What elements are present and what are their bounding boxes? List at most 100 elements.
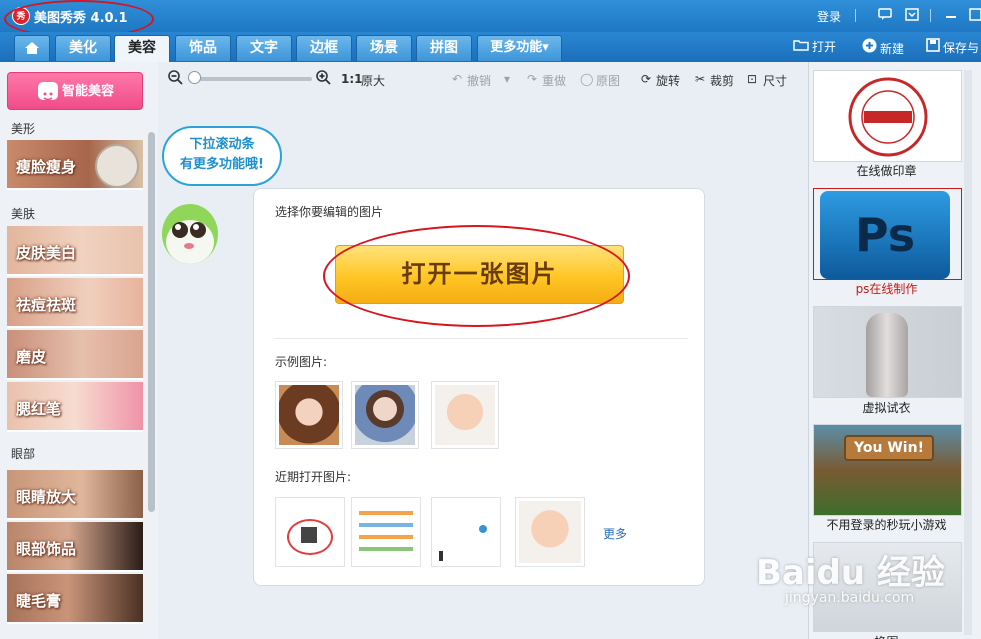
login-link[interactable]: 登录 <box>817 8 841 25</box>
scale-ratio[interactable]: 1:1 <box>341 72 363 86</box>
tab-beautify[interactable]: 美化 <box>55 35 111 61</box>
open-action[interactable]: 打开 <box>793 38 836 56</box>
feature-acne[interactable]: 祛痘祛斑 <box>7 278 143 328</box>
sample-photo <box>279 385 339 445</box>
title-bar: 秀 美图秀秀 4.0.1 登录 <box>0 0 981 32</box>
message-icon[interactable] <box>878 8 892 21</box>
ad-seal[interactable] <box>813 70 962 162</box>
divider <box>274 338 688 339</box>
feature-eye-deco[interactable]: 眼部饰品 <box>7 522 143 572</box>
recent-title: 近期打开图片: <box>275 470 352 484</box>
sample-title: 示例图片: <box>275 355 328 369</box>
section-shape: 美形 <box>11 122 36 136</box>
tab-frame[interactable]: 边框 <box>296 35 352 61</box>
undo-dropdown-icon[interactable]: ▾ <box>504 72 510 86</box>
crop-button[interactable]: 裁剪 <box>710 72 734 89</box>
sample-photo <box>435 385 495 445</box>
ad-ps-caption[interactable]: ps在线制作 <box>809 280 964 297</box>
tab-collage[interactable]: 拼图 <box>416 35 472 61</box>
undo-button[interactable]: 撤销 <box>467 72 491 89</box>
section-eyes: 眼部 <box>11 447 36 461</box>
seal-stamp-icon <box>848 77 928 157</box>
recent-photo <box>519 501 581 563</box>
menu-icon[interactable] <box>905 8 919 21</box>
edit-toolbar: 1:1 原大 ↶ 撤销 ▾ ↷ 重做 ◯ 原图 ⟳ 旋转 ✂ 裁剪 ⊡ 尺寸 <box>158 62 808 96</box>
tab-text[interactable]: 文字 <box>236 35 292 61</box>
tab-beauty[interactable]: 美容 <box>114 35 170 62</box>
tab-more-features[interactable]: 更多功能▾ <box>477 35 562 61</box>
zoom-out-icon[interactable] <box>168 70 183 88</box>
sample-image[interactable] <box>431 381 499 449</box>
feature-label: 眼部饰品 <box>16 540 77 558</box>
feature-slim[interactable]: 瘦脸瘦身 <box>7 140 143 190</box>
divider <box>930 9 931 22</box>
zoom-in-icon[interactable] <box>316 70 331 88</box>
ad-seal-caption[interactable]: 在线做印章 <box>809 162 964 179</box>
rotate-button[interactable]: 旋转 <box>656 72 680 89</box>
feature-label: 瘦脸瘦身 <box>16 158 77 176</box>
feature-label: 磨皮 <box>16 348 47 366</box>
original-image-button[interactable]: 原图 <box>596 72 620 89</box>
section-skin: 美肤 <box>11 207 36 221</box>
feature-mascara[interactable]: 睫毛膏 <box>7 574 143 624</box>
original-icon: ◯ <box>580 72 594 86</box>
feature-enlarge-eyes[interactable]: 眼睛放大 <box>7 470 143 520</box>
new-label: 新建 <box>880 42 905 56</box>
recent-image[interactable] <box>275 497 345 567</box>
feature-label: 睫毛膏 <box>16 592 62 610</box>
ad-game[interactable]: You Win! <box>813 424 962 516</box>
tab-scene[interactable]: 场景 <box>356 35 412 61</box>
open-image-card: 选择你要编辑的图片 打开一张图片 示例图片: 近期打开图片: 更多 <box>253 188 705 586</box>
recent-image[interactable] <box>431 497 501 567</box>
tab-accessories[interactable]: 饰品 <box>175 35 231 61</box>
recent-image[interactable] <box>351 497 421 567</box>
save-label: 保存与 <box>943 41 980 55</box>
size-button[interactable]: 尺寸 <box>763 72 787 89</box>
ad-game-caption[interactable]: 不用登录的秒玩小游戏 <box>809 516 964 533</box>
undo-icon: ↶ <box>452 72 463 86</box>
feature-blush[interactable]: 腮红笔 <box>7 382 143 432</box>
game-banner: You Win! <box>844 435 934 461</box>
feature-label: 皮肤美白 <box>16 244 77 262</box>
maximize-icon[interactable] <box>968 8 981 21</box>
main-area: 1:1 原大 ↶ 撤销 ▾ ↷ 重做 ◯ 原图 ⟳ 旋转 ✂ 裁剪 ⊡ 尺寸 下… <box>158 62 808 639</box>
ad-ps[interactable]: Ps <box>813 188 962 280</box>
feature-smooth[interactable]: 磨皮 <box>7 330 143 380</box>
card-prompt: 选择你要编辑的图片 <box>275 205 384 219</box>
plus-circle-icon <box>862 38 877 58</box>
zoom-slider-knob[interactable] <box>188 71 201 84</box>
more-link[interactable]: 更多 <box>603 525 627 542</box>
new-action[interactable]: 新建 <box>862 38 904 58</box>
save-icon <box>926 38 940 57</box>
main-nav: 美化 美容 饰品 文字 边框 场景 拼图 更多功能▾ 打开 新建 保存与 <box>0 32 981 62</box>
tip-line-2: 有更多功能哦! <box>180 157 264 172</box>
save-action[interactable]: 保存与 <box>926 38 979 57</box>
sample-image[interactable] <box>351 381 419 449</box>
feature-label: 祛痘祛斑 <box>16 296 77 314</box>
watermark-url: jingyan.baidu.com <box>785 590 915 606</box>
right-scrollbar[interactable] <box>964 70 972 635</box>
recent-photo <box>435 501 497 563</box>
feature-whiten[interactable]: 皮肤美白 <box>7 226 143 276</box>
smart-beauty-button[interactable]: 智能美容 <box>7 72 143 110</box>
zoom-slider-track[interactable] <box>188 77 312 81</box>
recent-image[interactable] <box>515 497 585 567</box>
feature-label: 腮红笔 <box>16 400 62 418</box>
scissors-icon: ✂ <box>695 72 706 86</box>
feature-label: 眼睛放大 <box>16 488 77 506</box>
sample-image[interactable] <box>275 381 343 449</box>
left-panel: 智能美容 美形 瘦脸瘦身 美肤 皮肤美白 祛痘祛斑 磨皮 腮红笔 眼部 眼睛放大… <box>0 62 158 639</box>
scale-icon <box>95 144 139 188</box>
ad-dress[interactable] <box>813 306 962 398</box>
rotate-icon: ⟳ <box>641 72 652 86</box>
tab-home[interactable] <box>14 35 50 61</box>
redo-icon: ↷ <box>527 72 538 86</box>
left-scrollbar[interactable] <box>148 132 155 512</box>
redo-button[interactable]: 重做 <box>542 72 566 89</box>
original-size-button[interactable]: 原大 <box>361 72 385 89</box>
ad-last-caption[interactable]: 换图 <box>809 633 964 639</box>
minimize-icon[interactable] <box>944 8 958 21</box>
ad-dress-caption[interactable]: 虚拟试衣 <box>809 399 964 416</box>
open-label: 打开 <box>812 40 837 54</box>
sample-photo <box>355 385 415 445</box>
